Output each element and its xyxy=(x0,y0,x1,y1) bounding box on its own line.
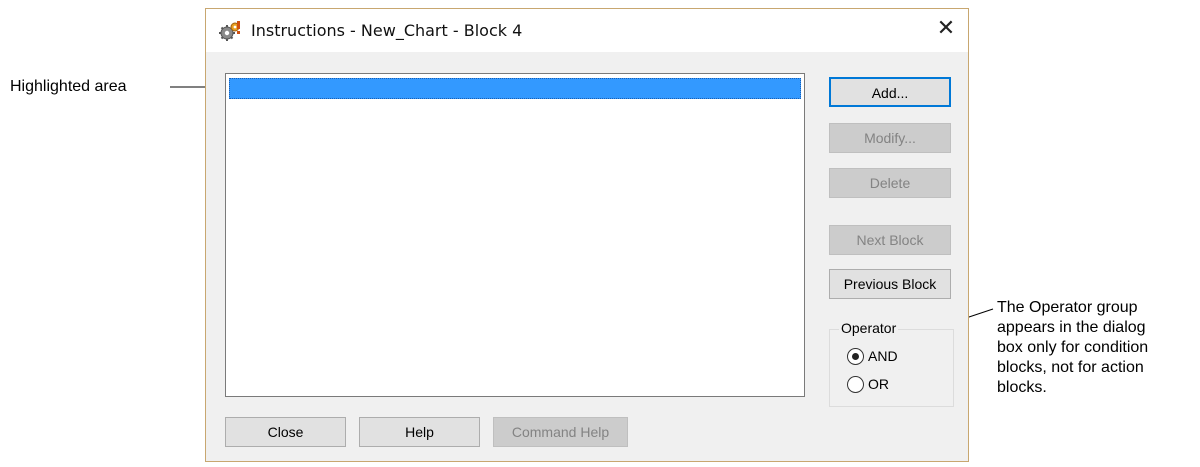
highlighted-row[interactable] xyxy=(229,78,801,99)
and-radio[interactable] xyxy=(847,348,864,365)
or-radio[interactable] xyxy=(847,376,864,393)
operator-group-label: Operator xyxy=(839,320,899,336)
operator-group-callout: The Operator group appears in the dialog… xyxy=(997,298,1197,398)
and-radio-label[interactable]: AND xyxy=(868,348,898,364)
dialog-title: Instructions - New_Chart - Block 4 xyxy=(251,21,523,40)
callout-line-1: The Operator group xyxy=(997,299,1138,316)
callout-line-4: blocks, not for action xyxy=(997,359,1144,376)
close-icon[interactable]: ✕ xyxy=(934,17,958,41)
close-button[interactable]: Close xyxy=(225,417,346,447)
help-button[interactable]: Help xyxy=(359,417,480,447)
instructions-listbox[interactable] xyxy=(225,73,805,397)
modify-button[interactable]: Modify... xyxy=(829,123,951,153)
title-bar: Instructions - New_Chart - Block 4 ✕ xyxy=(206,9,968,52)
radio-selected-dot xyxy=(852,353,859,360)
next-block-button[interactable]: Next Block xyxy=(829,225,951,255)
previous-block-button[interactable]: Previous Block xyxy=(829,269,951,299)
instructions-dialog: Instructions - New_Chart - Block 4 ✕ Add… xyxy=(205,8,969,462)
command-help-button[interactable]: Command Help xyxy=(493,417,628,447)
callout-line-3: box only for condition xyxy=(997,339,1149,356)
gears-icon xyxy=(218,20,242,42)
callout-line-5: blocks. xyxy=(997,379,1047,396)
add-button[interactable]: Add... xyxy=(829,77,951,107)
delete-button[interactable]: Delete xyxy=(829,168,951,198)
operator-group: Operator AND OR xyxy=(829,320,954,407)
highlighted-area-callout: Highlighted area xyxy=(10,78,127,95)
callout-line-2: appears in the dialog xyxy=(997,319,1146,336)
or-radio-label[interactable]: OR xyxy=(868,376,889,392)
